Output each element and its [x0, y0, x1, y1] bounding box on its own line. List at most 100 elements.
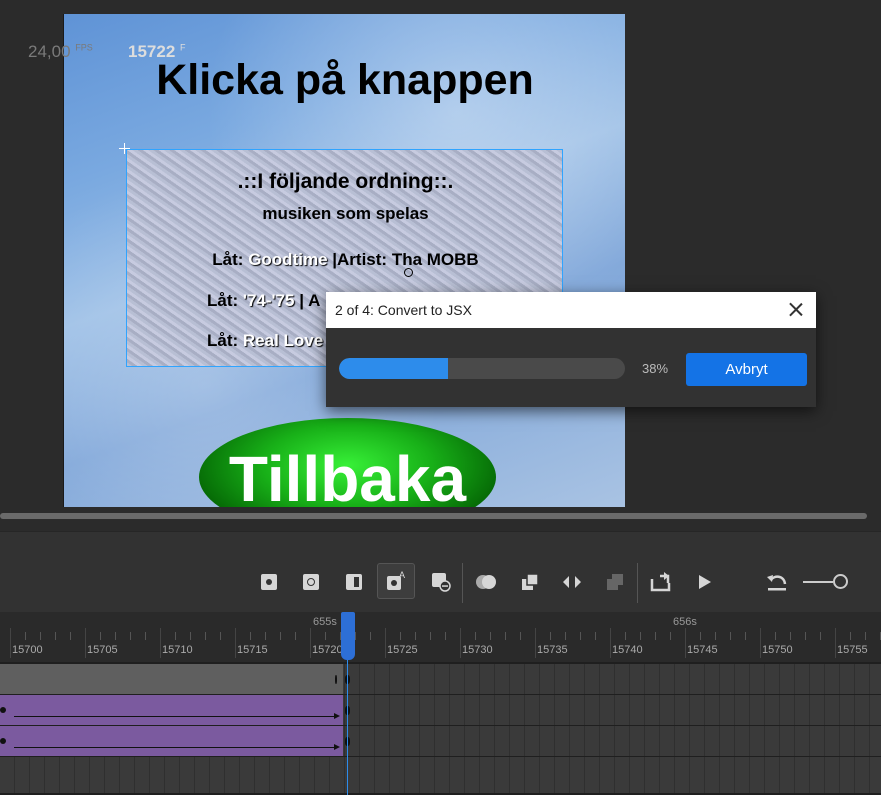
create-tween-button[interactable]	[558, 568, 586, 596]
motion-tween-span	[0, 726, 343, 756]
motion-tween-span	[0, 695, 343, 725]
play-icon	[699, 575, 711, 589]
ruler-tick	[640, 632, 641, 640]
ruler-tick	[805, 632, 806, 640]
undo-icon	[767, 575, 787, 591]
fps-unit: FPS	[75, 42, 93, 53]
ruler-tick	[25, 632, 26, 640]
fps-display[interactable]: 24,00 FPS	[28, 42, 93, 62]
progress-dialog: 2 of 4: Convert to JSX 38% Avbryt	[326, 292, 816, 407]
onion-skin-button[interactable]	[473, 568, 501, 596]
progress-bar-fill	[339, 358, 448, 379]
toolbar-separator	[637, 563, 638, 603]
ruler-tick	[460, 628, 461, 658]
insert-frame-button[interactable]	[340, 568, 368, 596]
ruler-tick	[220, 632, 221, 640]
zoom-slider-track[interactable]	[803, 581, 833, 583]
ruler-frame-label: 15715	[237, 644, 268, 656]
close-icon[interactable]	[786, 300, 806, 320]
loop-playback-button[interactable]	[647, 568, 675, 596]
ruler-tick	[265, 632, 266, 640]
multiple-frames-icon	[522, 573, 539, 590]
ruler-tick	[40, 632, 41, 640]
app-window: Klicka på knappen .::I följande ordning:…	[0, 0, 881, 795]
back-button[interactable]: Tillbaka	[199, 418, 496, 507]
ruler-frame-label: 15735	[537, 644, 568, 656]
ruler-tick	[175, 632, 176, 640]
ruler-tick	[670, 632, 671, 640]
insert-keyframe-button[interactable]	[255, 568, 283, 596]
ruler-tick	[385, 628, 386, 658]
stage-title: Klicka på knappen	[156, 56, 534, 104]
layer-track[interactable]	[0, 664, 881, 694]
stage-area: Klicka på knappen .::I följande ordning:…	[0, 0, 881, 513]
ruler-second-label: 656s	[673, 616, 697, 628]
ruler-tick	[280, 632, 281, 640]
keyframe-icon	[261, 574, 277, 590]
auto-keyframe-icon: A	[387, 570, 405, 590]
tween-arrow	[14, 713, 340, 719]
ruler-tick	[235, 628, 236, 658]
playhead-line[interactable]	[347, 658, 348, 795]
ruler-tick	[55, 632, 56, 640]
layer-track[interactable]	[0, 695, 881, 725]
ruler-tick	[865, 632, 866, 640]
artist-label: Artist:	[337, 250, 388, 269]
onion-skin-icon	[476, 575, 496, 589]
current-frame-value: 15722	[128, 42, 176, 61]
frame-unit: F	[180, 42, 186, 53]
dialog-title: 2 of 4: Convert to JSX	[335, 302, 472, 318]
auto-keyframe-button[interactable]: A	[377, 563, 415, 599]
current-frame-display[interactable]: 15722 F	[128, 42, 186, 62]
layer-track[interactable]	[0, 757, 881, 793]
blank-keyframe-icon	[303, 574, 319, 590]
convert-frames-button[interactable]	[601, 568, 629, 596]
edit-multiple-frames-button[interactable]	[516, 568, 544, 596]
info-subheading: musiken som spelas	[262, 204, 429, 223]
reset-zoom-button[interactable]	[763, 568, 791, 596]
ruler-tick	[115, 632, 116, 640]
dialog-titlebar: 2 of 4: Convert to JSX	[326, 292, 816, 328]
ruler-tick	[70, 632, 71, 640]
clear-keyframe-button[interactable]	[427, 568, 455, 596]
progress-percentage: 38%	[642, 361, 669, 376]
ruler-frame-label: 15740	[612, 644, 643, 656]
cursor-icon	[404, 268, 413, 277]
ruler-tick	[130, 632, 131, 640]
song-line-1: Låt: Goodtime |Artist: Tha MOBB	[127, 250, 564, 270]
ruler-tick	[850, 632, 851, 640]
insert-blank-keyframe-button[interactable]	[297, 568, 325, 596]
song-label: Låt:	[207, 331, 239, 350]
frame-span	[0, 664, 343, 694]
convert-frames-icon	[607, 574, 623, 590]
ruler-tick	[445, 632, 446, 640]
ruler-frame-label: 15720	[312, 644, 343, 656]
ruler-second-label: 655s	[313, 616, 337, 628]
ruler-tick	[85, 628, 86, 658]
ruler-tick	[295, 632, 296, 640]
ruler-frame-label: 15705	[87, 644, 118, 656]
ruler-tick	[160, 628, 161, 658]
svg-text:A: A	[399, 570, 405, 580]
layer-track[interactable]	[0, 726, 881, 756]
ruler-tick	[730, 632, 731, 640]
ruler-tick	[250, 632, 251, 640]
ruler-tick	[700, 632, 701, 640]
ruler-frame-label: 15700	[12, 644, 43, 656]
frame-icon	[346, 574, 362, 590]
timeline-ruler[interactable]	[0, 612, 881, 662]
ruler-tick	[685, 628, 686, 658]
play-button[interactable]	[690, 568, 718, 596]
ruler-frame-label: 15730	[462, 644, 493, 656]
ruler-tick	[490, 632, 491, 640]
ruler-tick	[745, 632, 746, 640]
zoom-slider-handle[interactable]	[833, 574, 848, 589]
ruler-tick	[715, 632, 716, 640]
clear-keyframe-icon	[432, 573, 451, 592]
stage[interactable]: Klicka på knappen .::I följande ordning:…	[63, 14, 625, 507]
cancel-button[interactable]: Avbryt	[686, 353, 807, 386]
playhead-handle[interactable]	[341, 612, 355, 660]
keyframe-marker	[0, 738, 6, 744]
ruler-tick	[790, 632, 791, 640]
ruler-tick	[415, 632, 416, 640]
